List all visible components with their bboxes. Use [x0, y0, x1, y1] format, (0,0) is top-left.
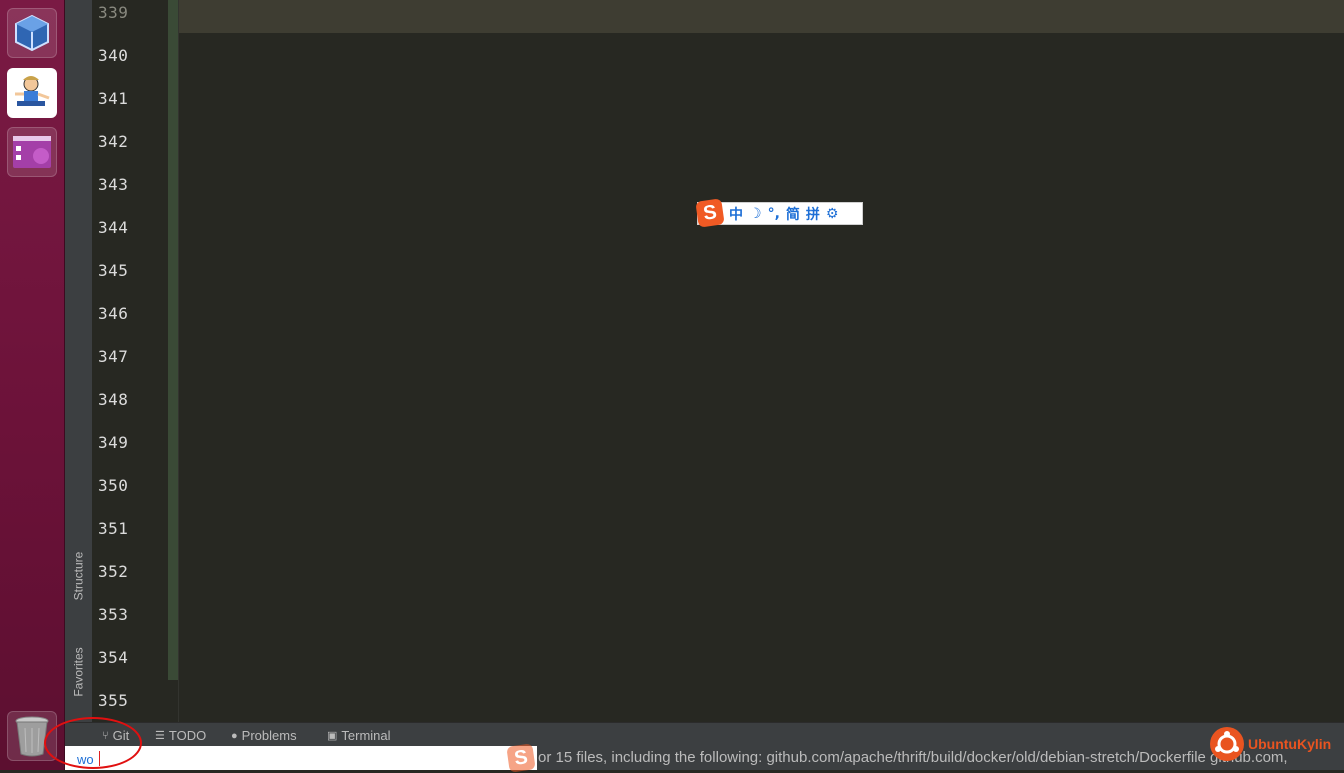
ime-halfwidth-toggle[interactable]: ☽	[749, 206, 762, 222]
structure-tab-label: Structure	[71, 551, 86, 601]
line-number[interactable]: 352	[98, 562, 128, 581]
sogou-logo-icon[interactable]: S	[695, 197, 725, 228]
tab-problems[interactable]: ● Problems	[231, 728, 297, 743]
ime-settings-icon[interactable]: ⚙	[826, 206, 839, 222]
line-number[interactable]: 353	[98, 605, 128, 624]
tab-terminal-label: Terminal	[341, 728, 391, 743]
info-icon: ●	[231, 729, 238, 742]
workspace-icon	[13, 136, 51, 168]
line-number[interactable]: 343	[98, 175, 128, 194]
vcs-change-marker[interactable]	[168, 0, 178, 680]
line-number[interactable]: 350	[98, 476, 128, 495]
list-icon: ☰	[155, 730, 165, 742]
ime-pinyin-toggle[interactable]: 拼	[806, 204, 820, 224]
ubuntu-launcher	[0, 0, 65, 770]
terminal-icon: ▣	[327, 730, 338, 742]
line-number[interactable]: 342	[98, 132, 128, 151]
virtualbox-cube-icon	[15, 14, 49, 52]
cartoon-app-launcher-button[interactable]	[7, 68, 57, 118]
sogou-watermark-icon: S	[506, 743, 536, 773]
structure-tool-tab[interactable]: Structure	[65, 535, 92, 617]
line-number[interactable]: 339	[98, 3, 128, 22]
gutter-divider	[178, 0, 179, 722]
annotation-circle	[44, 717, 142, 769]
line-number[interactable]: 349	[98, 433, 128, 452]
bottom-tool-bar: ⑂ Git ☰ TODO ● Problems ▣ Terminal	[65, 722, 1344, 747]
line-number-gutter: 339 340 341 342 343 344 345 346 347 348 349 350 351 3…	[92, 0, 168, 722]
ubuntu-logo-icon	[1210, 727, 1244, 761]
ime-punctuation-toggle[interactable]: °,	[768, 206, 780, 222]
workspace-switcher-button[interactable]	[7, 127, 57, 177]
ime-toolbar[interactable]: S 中 ☽ °, 简 拼 ⚙	[695, 197, 863, 228]
ubuntukylin-watermark: UbuntuKylin	[1210, 727, 1331, 761]
code-editor[interactable]	[179, 0, 1344, 722]
ime-simplified-toggle[interactable]: 简	[786, 204, 800, 224]
line-number[interactable]: 355	[98, 691, 128, 710]
line-number[interactable]: 354	[98, 648, 128, 667]
favorites-tab-label: Favorites	[71, 647, 86, 697]
tab-todo[interactable]: ☰ TODO	[155, 728, 206, 743]
line-number[interactable]: 345	[98, 261, 128, 280]
line-number[interactable]: 347	[98, 347, 128, 366]
tab-problems-label: Problems	[241, 728, 297, 743]
watermark-text: UbuntuKylin	[1248, 736, 1332, 752]
ime-chinese-mode-toggle[interactable]: 中	[729, 204, 743, 224]
line-number[interactable]: 344	[98, 218, 128, 237]
line-number[interactable]: 340	[98, 46, 128, 65]
virtualbox-launcher-button[interactable]	[7, 8, 57, 58]
current-line-highlight	[92, 0, 1344, 33]
line-number[interactable]: 341	[98, 89, 128, 108]
favorites-tool-tab[interactable]: Favorites	[65, 633, 92, 711]
left-tool-strip: Structure Favorites	[65, 0, 93, 722]
line-number[interactable]: 348	[98, 390, 128, 409]
line-number[interactable]: 346	[98, 304, 128, 323]
cartoon-character-icon	[15, 76, 50, 106]
tab-terminal[interactable]: ▣ Terminal	[327, 728, 391, 743]
line-number[interactable]: 351	[98, 519, 128, 538]
tab-todo-label: TODO	[168, 728, 207, 743]
